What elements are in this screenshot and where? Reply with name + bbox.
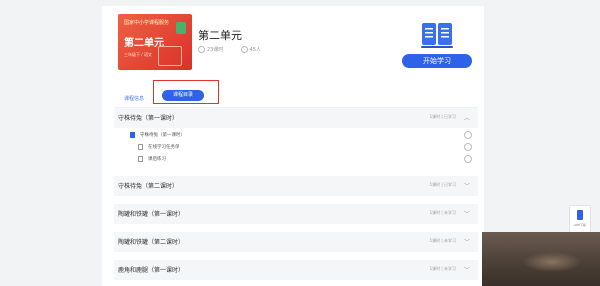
chapter-title: 守株待兔（第二课时） <box>118 183 179 190</box>
background-photo <box>482 232 600 286</box>
cover-subtitle: 三年级下 / 语文 <box>124 52 152 57</box>
progress-radio <box>464 143 472 151</box>
lesson-label: 课后练习 <box>148 157 166 162</box>
chevron-up-icon[interactable]: ︿ <box>464 113 470 122</box>
course-title: 第二单元 <box>198 29 242 42</box>
video-icon <box>130 132 135 138</box>
progress-radio <box>464 155 472 163</box>
chapter-meta: 1课时 | 已学习 <box>429 182 456 187</box>
cover-frame-icon <box>158 46 182 66</box>
course-page: 国家中小学课程服务 第二单元 三年级下 / 语文 第二单元 23课时 45人 开… <box>102 6 484 286</box>
chapter-title: 守株待兔（第一课时） <box>118 115 179 122</box>
user-icon <box>240 46 248 53</box>
chevron-down-icon[interactable]: ﹀ <box>464 265 470 274</box>
tab-course-info[interactable]: 课程信息 <box>124 95 144 102</box>
chapter-title: 鹿角和鹿腿（第一课时） <box>118 267 185 274</box>
lesson-label: 守株待兔（第一课时） <box>140 133 185 138</box>
chapter-row[interactable]: 守株待兔（第一课时） 1课时 | 已学习 ︿ <box>114 108 478 128</box>
course-meta: 23课时 45人 <box>198 46 261 53</box>
chapter-meta: 1课时 | 未学习 <box>429 266 456 271</box>
cover-top-text: 国家中小学课程服务 <box>124 20 170 26</box>
document-icon <box>138 156 143 162</box>
chapter-title: 陶罐和铁罐（第一课时） <box>118 211 185 218</box>
chapter-row[interactable]: 鹿角和鹿腿（第一课时） 1课时 | 未学习 ﹀ <box>114 260 478 280</box>
chevron-down-icon[interactable]: ﹀ <box>464 209 470 218</box>
document-icon <box>138 144 143 150</box>
chapter-meta: 1课时 | 未学习 <box>429 238 456 243</box>
lesson-count: 23课时 <box>207 47 224 53</box>
lesson-item[interactable]: 在线学习任务单 <box>114 142 478 154</box>
highlight-box <box>153 80 219 104</box>
lesson-label: 在线学习任务单 <box>148 145 180 150</box>
chapter-meta: 1课时 | 未学习 <box>429 210 456 215</box>
chapter-meta: 1课时 | 已学习 <box>429 114 456 119</box>
chapter-title: 陶罐和铁罐（第二课时） <box>118 239 185 246</box>
app-download-widget[interactable]: APP下载 <box>569 205 591 233</box>
chevron-down-icon[interactable]: ﹀ <box>464 237 470 246</box>
chapter-row[interactable]: 陶罐和铁罐（第一课时） 1课时 | 未学习 ﹀ <box>114 204 478 224</box>
chevron-down-icon[interactable]: ﹀ <box>464 181 470 190</box>
app-download-label: APP下载 <box>574 223 586 227</box>
phone-icon <box>577 210 583 220</box>
start-learning-button[interactable]: 开始学习 <box>402 54 472 68</box>
clock-icon <box>198 46 205 53</box>
lesson-item[interactable]: 守株待兔（第一课时） <box>114 130 478 142</box>
chapter-row[interactable]: 守株待兔（第二课时） 1课时 | 已学习 ﹀ <box>114 176 478 196</box>
learner-count: 45人 <box>249 47 261 53</box>
course-cover[interactable]: 国家中小学课程服务 第二单元 三年级下 / 语文 <box>118 14 192 70</box>
chapter-row[interactable]: 陶罐和铁罐（第二课时） 1课时 | 未学习 ﹀ <box>114 232 478 252</box>
cover-badge-icon <box>176 22 186 34</box>
open-book-icon <box>421 23 453 48</box>
progress-radio <box>464 131 472 139</box>
lesson-item[interactable]: 课后练习 <box>114 154 478 166</box>
